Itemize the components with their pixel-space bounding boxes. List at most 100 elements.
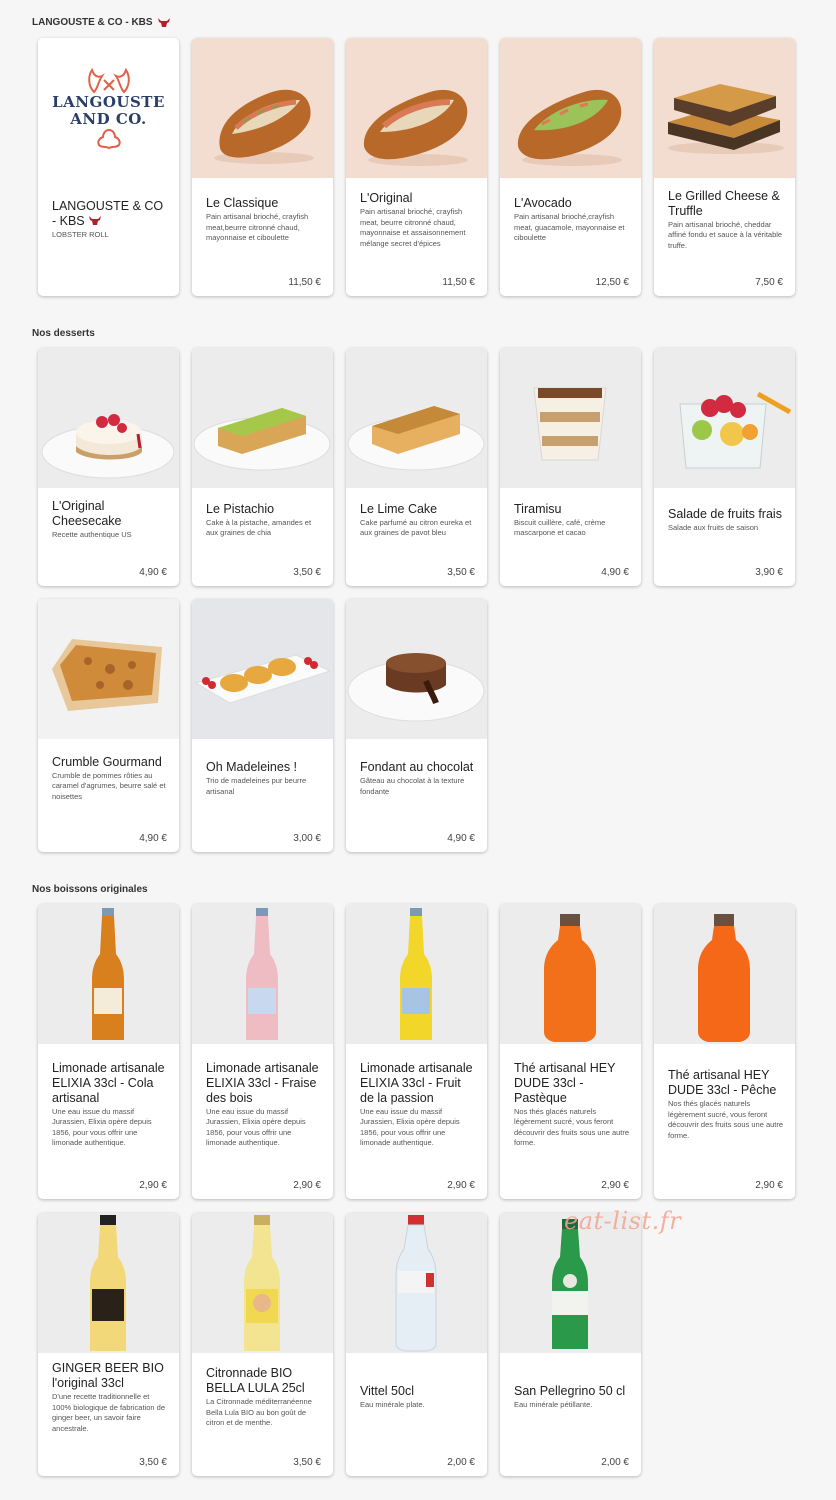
item-price: 4,90 € <box>447 833 475 844</box>
card-body: Le Lime Cake Cake parfumé au citron eure… <box>360 488 477 552</box>
item-price: 3,50 € <box>293 567 321 578</box>
card-body: L'Avocado Pain artisanal brioché,crayfis… <box>514 178 631 262</box>
item-price: 2,00 € <box>601 1457 629 1468</box>
bottle-cola-photo <box>38 904 179 1044</box>
section-title-lobster: LANGOUSTE & CO - KBS <box>32 17 171 28</box>
item-desc: Eau minérale plate. <box>360 1400 425 1410</box>
item-name: L'Original <box>360 191 413 205</box>
item-name: San Pellegrino 50 cl <box>514 1384 626 1399</box>
item-name: Oh Madeleines ! <box>206 760 298 774</box>
brand-logo: LANGOUSTE AND CO. <box>38 38 179 178</box>
card-body: L'Original Pain artisanal brioché, crayf… <box>360 178 477 262</box>
item-name: L'Avocado <box>514 196 572 211</box>
menu-card[interactable]: Le Classique Pain artisanal brioché, cra… <box>192 38 333 296</box>
lobster-tail-icon <box>96 128 121 150</box>
fruit-salad-photo <box>654 348 795 488</box>
item-desc: Cake à la pistache, amandes et aux grain… <box>206 517 312 538</box>
bottle-tea-peach-photo <box>654 904 795 1044</box>
item-name: Limonade artisanale ELIXIA 33cl - Cola a… <box>52 1060 165 1105</box>
item-desc: Pain artisanal brioché, cheddar affiné f… <box>668 219 783 250</box>
lobster-claws-icon <box>87 67 130 94</box>
item-price: 3,90 € <box>755 567 783 578</box>
bottle-ginger-beer-photo <box>38 1213 179 1353</box>
section-title-desserts: Nos desserts <box>32 328 95 339</box>
item-price: 2,90 € <box>293 1180 321 1191</box>
item-desc: Nos thés glacés naturels légèrement sucr… <box>668 1099 784 1140</box>
menu-card[interactable]: Oh Madeleines ! Trio de madeleines pur b… <box>192 599 333 852</box>
menu-card[interactable]: LANGOUSTE AND CO. LANGOUSTE & CO - KBS LO… <box>38 38 179 296</box>
menu-card[interactable]: Le Lime Cake Cake parfumé au citron eure… <box>346 348 487 586</box>
item-name: Thé artisanal HEY DUDE 33cl - Pastèque <box>514 1060 616 1105</box>
item-desc: Salade aux fruits de saison <box>668 522 759 532</box>
item-price: 3,50 € <box>293 1457 321 1468</box>
menu-card[interactable]: Citronnade BIO BELLA LULA 25cl La Citron… <box>192 1213 333 1476</box>
card-body: Thé artisanal HEY DUDE 33cl - Pêche Nos … <box>668 1044 785 1165</box>
menu-card[interactable]: Thé artisanal HEY DUDE 33cl - Pastèque N… <box>500 904 641 1199</box>
chocolate-fondant-photo <box>346 599 487 739</box>
watermark: eat-list.fr <box>564 1207 682 1235</box>
card-body: San Pellegrino 50 cl Eau minérale pétill… <box>514 1353 631 1442</box>
item-name: Tiramisu <box>514 501 562 516</box>
menu-card[interactable]: Vittel 50cl Eau minérale plate. 2,00 € <box>346 1213 487 1476</box>
bottle-strawberry-photo <box>192 904 333 1044</box>
card-body: Limonade artisanale ELIXIA 33cl - Fruit … <box>360 1044 477 1165</box>
item-desc: Trio de madeleines pur beurre artisanal <box>206 776 307 796</box>
menu-card[interactable]: Fondant au chocolat Gâteau au chocolat à… <box>346 599 487 852</box>
item-desc: Une eau issue du massif Jurassien, Elixi… <box>206 1106 306 1148</box>
card-body: Salade de fruits frais Salade aux fruits… <box>668 488 785 552</box>
bull-icon <box>89 216 102 226</box>
item-name: L'Original Cheesecake <box>52 499 122 529</box>
menu-card[interactable]: Limonade artisanale ELIXIA 33cl - Fruit … <box>346 904 487 1199</box>
menu-card[interactable]: L'Original Cheesecake Recette authentiqu… <box>38 348 179 586</box>
tiramisu-photo <box>500 348 641 488</box>
item-name: Vittel 50cl <box>360 1384 414 1399</box>
item-name: Le Lime Cake <box>360 501 438 516</box>
card-body: GINGER BEER BIO l'original 33cl D'une re… <box>52 1353 169 1442</box>
menu-card[interactable]: Limonade artisanale ELIXIA 33cl - Fraise… <box>192 904 333 1199</box>
card-body: Limonade artisanale ELIXIA 33cl - Cola a… <box>52 1044 169 1165</box>
item-desc: Recette authentique US <box>52 530 132 540</box>
bull-icon <box>157 18 170 27</box>
item-price: 2,90 € <box>755 1180 783 1191</box>
menu-card[interactable]: Crumble Gourmand Crumble de pommes rôtie… <box>38 599 179 852</box>
menu-card[interactable]: Salade de fruits frais Salade aux fruits… <box>654 348 795 586</box>
section-title-drinks: Nos boissons originales <box>32 884 148 895</box>
item-desc: Pain artisanal brioché, crayfish meat, b… <box>360 207 466 248</box>
item-desc: Pain artisanal brioché, crayfish meat,be… <box>206 212 309 243</box>
menu-card[interactable]: Thé artisanal HEY DUDE 33cl - Pêche Nos … <box>654 904 795 1199</box>
menu-card[interactable]: GINGER BEER BIO l'original 33cl D'une re… <box>38 1213 179 1476</box>
item-desc: Gâteau au chocolat à la texture fondante <box>360 776 465 796</box>
menu-card[interactable]: Tiramisu Biscuit cuillère, café, crème m… <box>500 348 641 586</box>
item-price: 2,90 € <box>447 1180 475 1191</box>
item-price: 2,00 € <box>447 1457 475 1468</box>
item-price: 2,90 € <box>601 1180 629 1191</box>
bottle-passion-photo <box>346 904 487 1044</box>
item-name: Citronnade BIO BELLA LULA 25cl <box>206 1366 305 1396</box>
item-name: Le Classique <box>206 196 279 211</box>
item-desc: Une eau issue du massif Jurassien, Elixi… <box>52 1106 152 1148</box>
item-price: 4,90 € <box>139 833 167 844</box>
card-body: Le Classique Pain artisanal brioché, cra… <box>206 178 323 262</box>
item-desc: D'une recette traditionnelle et 100% bio… <box>52 1392 166 1433</box>
menu-card[interactable]: L'Avocado Pain artisanal brioché,crayfis… <box>500 38 641 296</box>
avocado-roll-photo <box>500 38 641 178</box>
menu-card[interactable]: L'Original Pain artisanal brioché, crayf… <box>346 38 487 296</box>
item-price: 7,50 € <box>755 277 783 288</box>
item-desc: Une eau issue du massif Jurassien, Elixi… <box>360 1106 460 1148</box>
item-name: Le Pistachio <box>206 501 275 516</box>
card-body: Tiramisu Biscuit cuillère, café, crème m… <box>514 488 631 552</box>
bottle-water-photo <box>346 1213 487 1353</box>
item-desc: Cake parfumé au citron eureka et aux gra… <box>360 517 472 538</box>
item-desc: Pain artisanal brioché,crayfish meat, gu… <box>514 212 625 243</box>
card-body: Thé artisanal HEY DUDE 33cl - Pastèque N… <box>514 1044 631 1165</box>
menu-card[interactable]: Le Pistachio Cake à la pistache, amandes… <box>192 348 333 586</box>
item-desc: La Citronnade méditerranéenne Bella Lula… <box>206 1397 312 1428</box>
item-name: Fondant au chocolat <box>360 760 474 774</box>
item-name: Le Grilled Cheese & Truffle <box>668 188 780 218</box>
item-name: Crumble Gourmand <box>52 754 162 769</box>
menu-card[interactable]: San Pellegrino 50 cl Eau minérale pétill… <box>500 1213 641 1476</box>
menu-card[interactable]: Le Grilled Cheese & Truffle Pain artisan… <box>654 38 795 296</box>
item-price: 3,00 € <box>293 833 321 844</box>
item-desc: Eau minérale pétillante. <box>514 1400 593 1410</box>
menu-card[interactable]: Limonade artisanale ELIXIA 33cl - Cola a… <box>38 904 179 1199</box>
